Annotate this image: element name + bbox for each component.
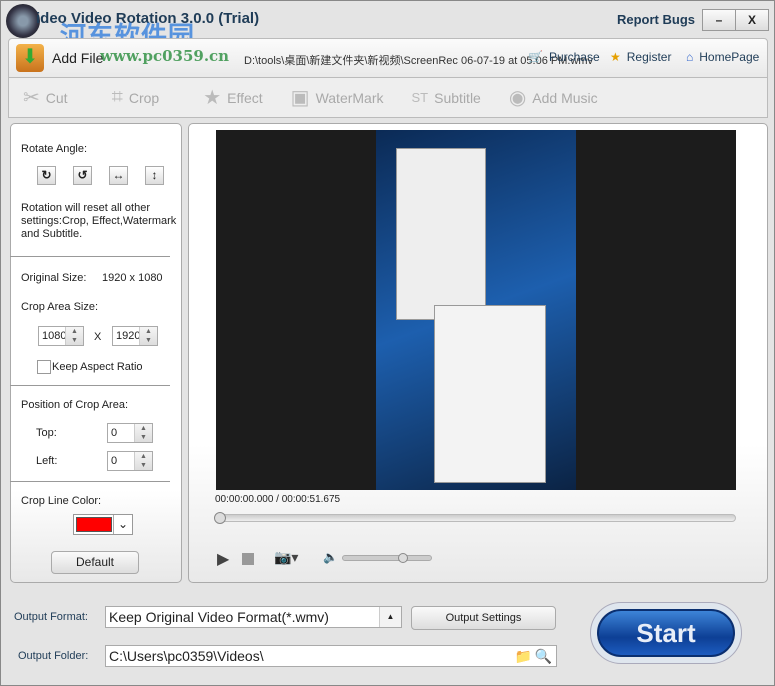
volume-icon[interactable]: 🔈 bbox=[323, 550, 338, 564]
output-format-value: Keep Original Video Format(*.wmv) bbox=[109, 609, 329, 625]
left-label: Left: bbox=[36, 455, 58, 467]
flip-vertical-button[interactable]: ↕ bbox=[145, 166, 164, 185]
star-icon: ★ bbox=[203, 87, 222, 109]
rotate-clockwise-button[interactable]: ↻ bbox=[37, 166, 56, 185]
flip-horizontal-button[interactable]: ↔ bbox=[109, 166, 128, 185]
crop-area-size-label: Crop Area Size: bbox=[21, 301, 99, 313]
keep-aspect-checkbox[interactable] bbox=[37, 360, 51, 374]
add-file-label: Add File bbox=[52, 50, 104, 66]
divider bbox=[10, 481, 170, 482]
output-settings-button[interactable]: Output Settings bbox=[411, 606, 556, 630]
dropdown-arrow-icon[interactable]: ▲ bbox=[379, 607, 401, 627]
start-label: Start bbox=[597, 609, 735, 657]
color-picker[interactable]: ⌄ bbox=[73, 514, 133, 535]
video-frame bbox=[376, 130, 576, 490]
seek-handle[interactable] bbox=[214, 512, 226, 524]
scissors-icon: ✂ bbox=[23, 87, 40, 109]
rotate-counterclockwise-button[interactable]: ↺ bbox=[73, 166, 92, 185]
add-music-button[interactable]: ◉ Add Music bbox=[495, 85, 612, 110]
output-folder-value: C:\Users\pc0359\Videos\ bbox=[109, 648, 264, 664]
effect-button[interactable]: ★ Effect bbox=[173, 85, 276, 110]
top-input[interactable]: 0 ▲ ▼ bbox=[107, 423, 153, 443]
crop-line-color-label: Crop Line Color: bbox=[21, 495, 102, 507]
watermark-label: WaterMark bbox=[315, 89, 384, 106]
subtitle-button[interactable]: ST Subtitle bbox=[398, 90, 495, 106]
register-link[interactable]: ★ Register bbox=[610, 50, 671, 64]
output-format-label: Output Format: bbox=[14, 611, 88, 623]
seek-bar[interactable] bbox=[214, 512, 736, 524]
cut-label: Cut bbox=[45, 89, 68, 106]
flip-horizontal-icon: ↔ bbox=[112, 168, 125, 182]
volume-handle[interactable] bbox=[398, 553, 408, 563]
medal-icon: ★ bbox=[610, 50, 621, 64]
rotate-ccw-icon: ↺ bbox=[77, 168, 88, 182]
watermark-icon: ▣ bbox=[290, 87, 310, 109]
effect-label: Effect bbox=[227, 89, 263, 106]
original-size-value: 1920 x 1080 bbox=[102, 272, 163, 284]
divider bbox=[10, 256, 170, 257]
watermark-url: www.pc0359.cn bbox=[100, 47, 230, 65]
folder-icon[interactable]: 📁 bbox=[515, 646, 532, 666]
rotation-note: Rotation will reset all other settings:C… bbox=[21, 202, 177, 240]
spinner-arrows[interactable]: ▲ ▼ bbox=[139, 327, 157, 345]
register-label: Register bbox=[626, 50, 672, 64]
add-file-button[interactable]: ⬇ Add File bbox=[16, 44, 103, 72]
crop-height-input[interactable]: 1920 ▲ ▼ bbox=[112, 326, 158, 346]
play-button[interactable]: ▶ bbox=[217, 549, 229, 569]
rotate-cw-icon: ↻ bbox=[41, 168, 52, 182]
disc-icon: ◉ bbox=[508, 87, 527, 109]
purchase-label: Purchase bbox=[548, 50, 600, 64]
top-label: Top: bbox=[36, 427, 57, 439]
output-folder-input[interactable]: C:\Users\pc0359\Videos\ 📁 🔍 bbox=[105, 645, 557, 667]
spinner-arrows[interactable]: ▲ ▼ bbox=[134, 424, 152, 442]
crop-height-value: 1920 bbox=[116, 330, 141, 342]
left-value: 0 bbox=[111, 455, 118, 467]
rotate-angle-label: Rotate Angle: bbox=[21, 143, 88, 155]
top-value: 0 bbox=[111, 427, 118, 439]
homepage-label: HomePage bbox=[699, 50, 760, 64]
divider bbox=[10, 385, 170, 386]
chevron-down-icon[interactable]: ⌄ bbox=[113, 515, 132, 534]
crop-label: Crop bbox=[128, 89, 160, 106]
output-format-select[interactable]: Keep Original Video Format(*.wmv) ▲ bbox=[105, 606, 402, 628]
edit-toolbar: ✂ Cut ⌗ Crop ★ Effect ▣ WaterMark ST Subtitle… bbox=[8, 78, 768, 118]
color-swatch bbox=[76, 517, 112, 532]
stop-button[interactable] bbox=[242, 553, 254, 565]
report-bugs-link[interactable]: Report Bugs bbox=[617, 12, 695, 27]
spinner-arrows[interactable]: ▲ ▼ bbox=[65, 327, 83, 345]
position-label: Position of Crop Area: bbox=[21, 399, 129, 411]
close-button[interactable]: X bbox=[735, 9, 769, 31]
left-input[interactable]: 0 ▲ ▼ bbox=[107, 451, 153, 471]
keep-aspect-label: Keep Aspect Ratio bbox=[52, 361, 143, 373]
homepage-link[interactable]: ⌂ HomePage bbox=[686, 50, 759, 64]
app-logo bbox=[6, 4, 40, 38]
volume-slider[interactable] bbox=[342, 553, 432, 563]
home-icon: ⌂ bbox=[686, 50, 694, 64]
original-size-label: Original Size: bbox=[21, 272, 87, 284]
flip-vertical-icon: ↕ bbox=[151, 168, 158, 182]
cut-button[interactable]: ✂ Cut bbox=[9, 85, 82, 110]
subtitle-icon: ST bbox=[411, 90, 429, 105]
crop-width-input[interactable]: 1080 ▲ ▼ bbox=[38, 326, 84, 346]
add-music-label: Add Music bbox=[532, 89, 598, 106]
watermark-button[interactable]: ▣ WaterMark bbox=[277, 85, 398, 110]
minimize-button[interactable]: – bbox=[702, 9, 736, 31]
spinner-arrows[interactable]: ▲ ▼ bbox=[134, 452, 152, 470]
crop-button[interactable]: ⌗ Crop bbox=[82, 86, 174, 109]
search-icon[interactable]: 🔍 bbox=[535, 646, 552, 666]
crop-width-value: 1080 bbox=[42, 330, 67, 342]
start-button[interactable]: Start bbox=[590, 602, 742, 664]
time-display: 00:00:00.000 / 00:00:51.675 bbox=[215, 494, 341, 505]
download-icon: ⬇ bbox=[16, 44, 44, 72]
crop-icon: ⌗ bbox=[111, 86, 123, 108]
subtitle-label: Subtitle bbox=[434, 89, 481, 106]
purchase-link[interactable]: 🛒 Purchase bbox=[528, 50, 600, 64]
x-separator: X bbox=[94, 331, 102, 343]
snapshot-button[interactable]: 📷▾ bbox=[274, 549, 298, 566]
cart-icon: 🛒 bbox=[528, 50, 543, 64]
default-button[interactable]: Default bbox=[51, 551, 139, 574]
output-folder-label: Output Folder: bbox=[18, 650, 89, 662]
